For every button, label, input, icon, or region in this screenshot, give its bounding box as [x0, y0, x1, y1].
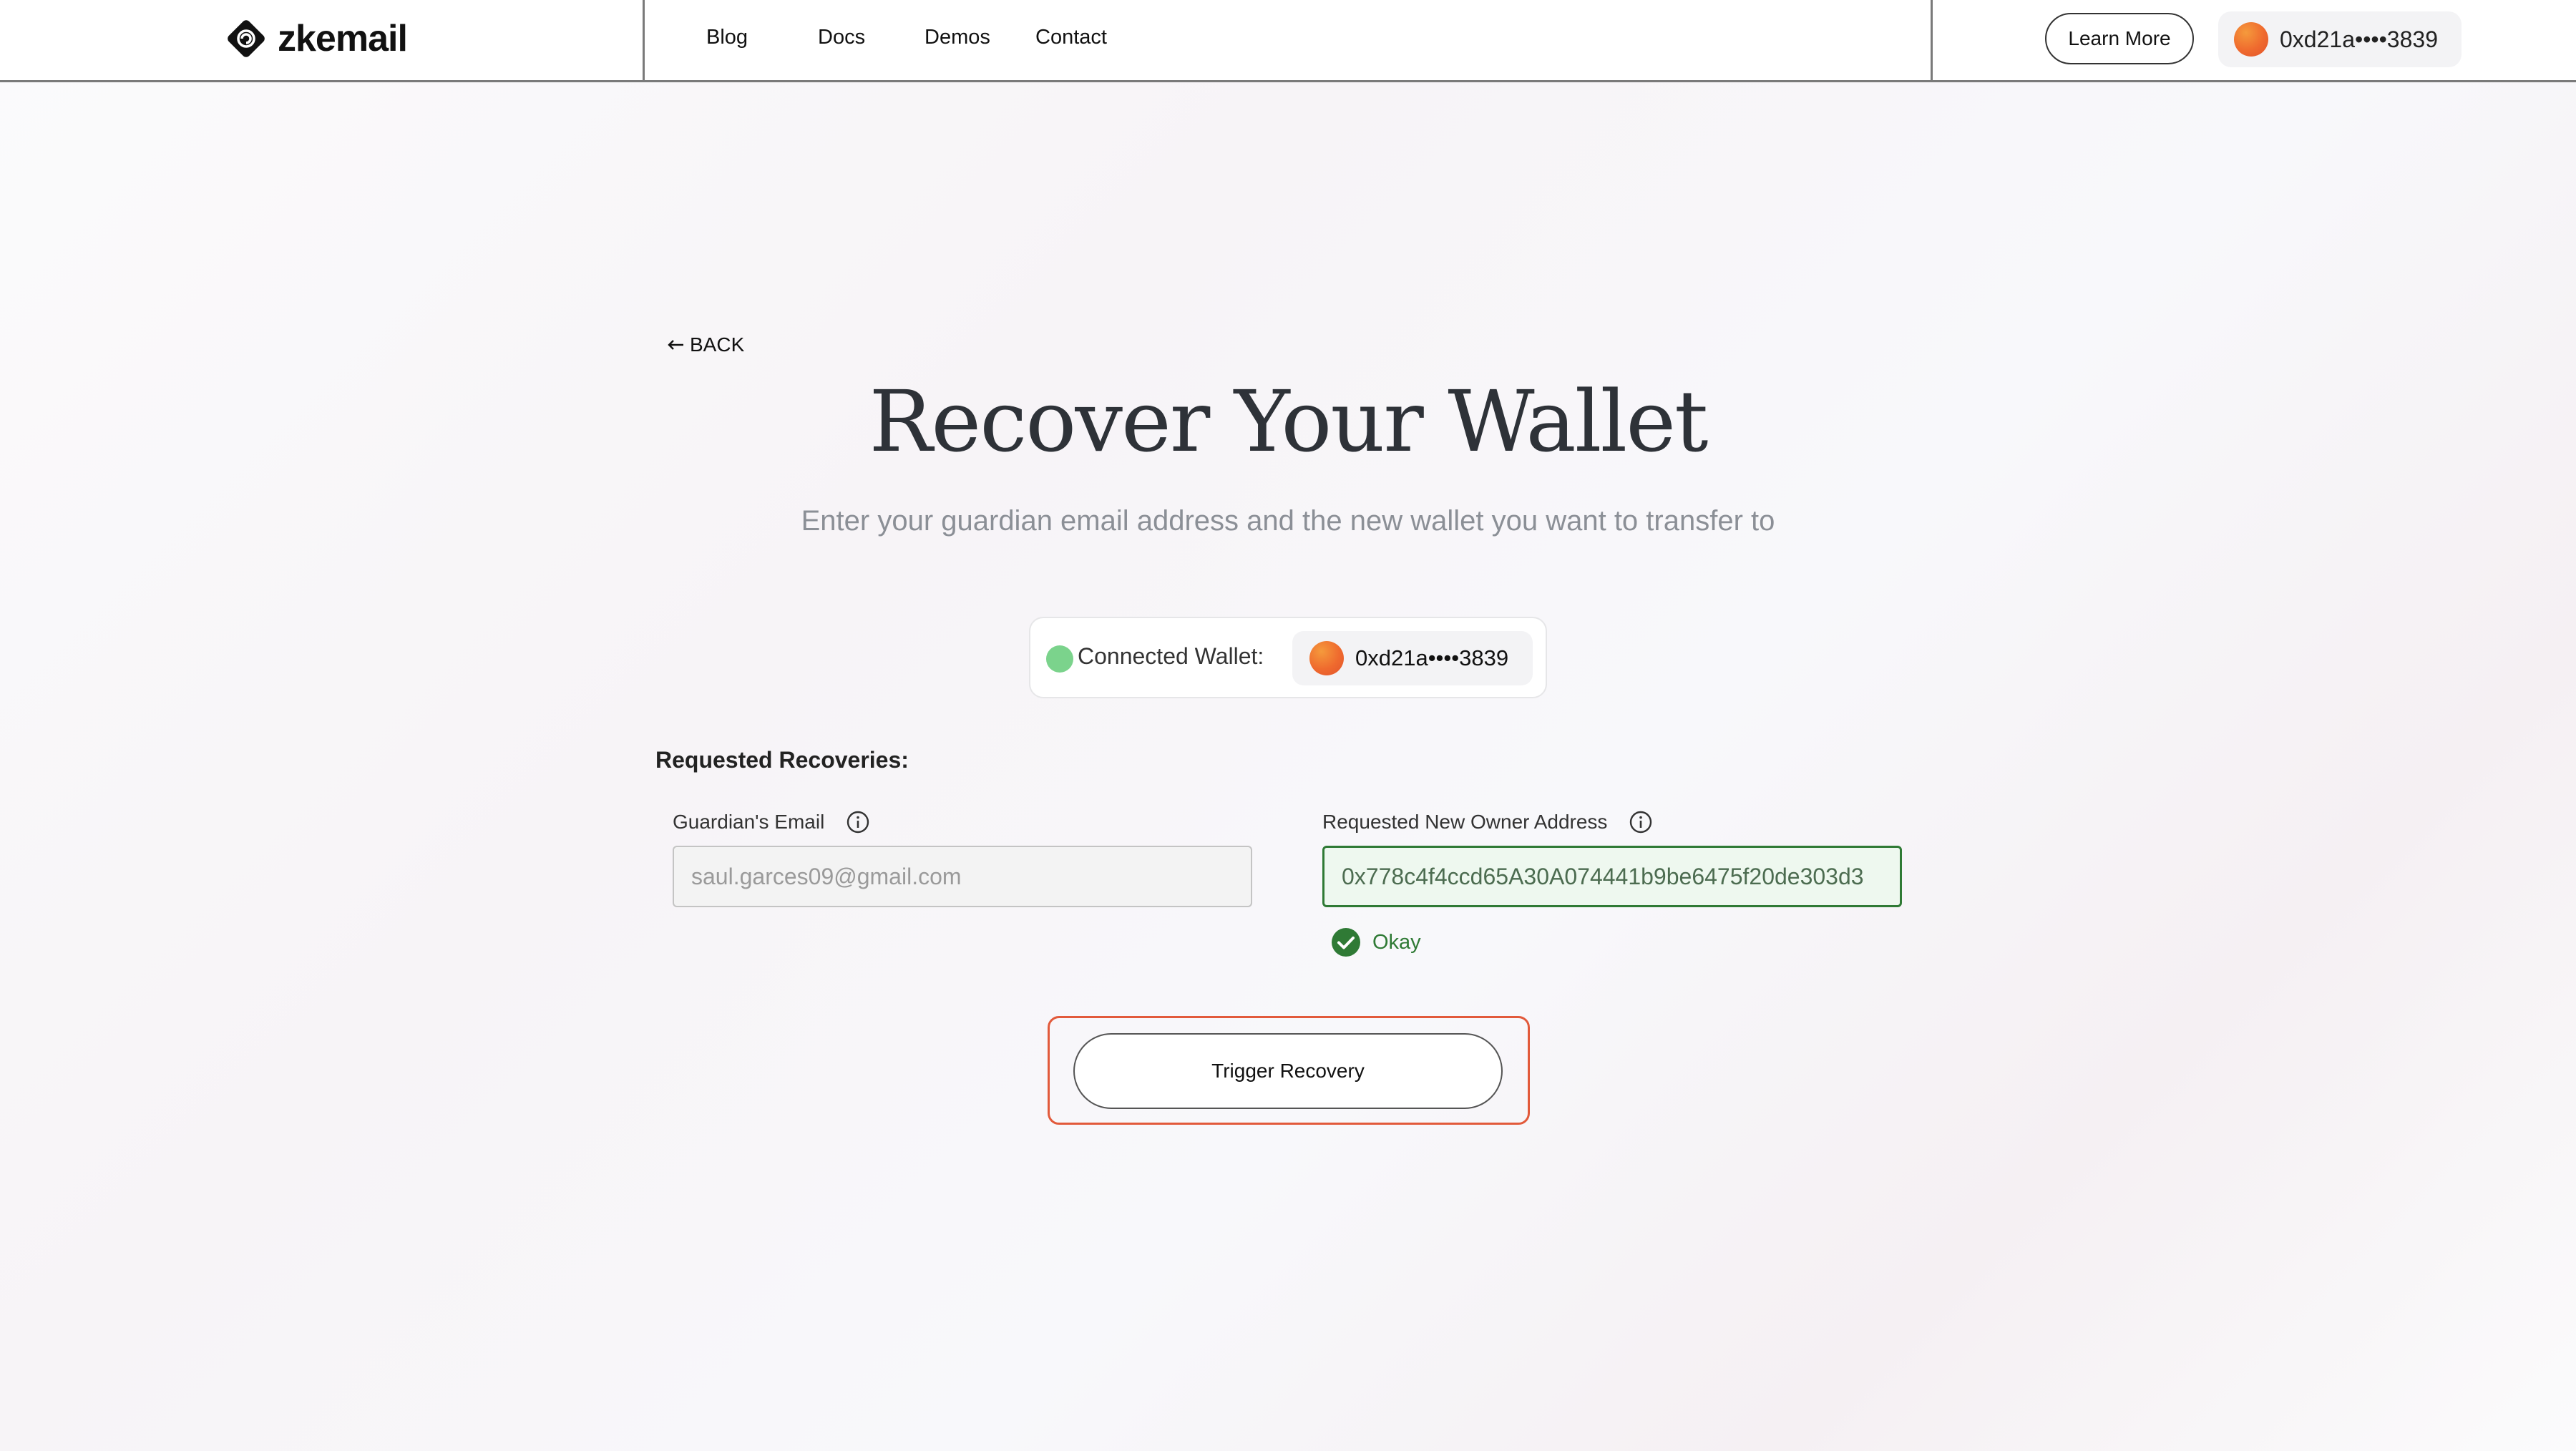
new-owner-address-label: Requested New Owner Address — [1322, 811, 1608, 833]
requested-recoveries-heading: Requested Recoveries: — [655, 747, 909, 773]
guardian-email-label: Guardian's Email — [673, 811, 825, 833]
address-validation-status: Okay — [1331, 927, 1421, 957]
guardian-email-field[interactable]: saul.garces09@gmail.com — [673, 846, 1252, 907]
page-title: Recover Your Wallet — [869, 372, 1709, 471]
wallet-avatar — [1309, 641, 1344, 675]
arrow-left-icon — [668, 340, 683, 350]
connected-wallet-address: 0xd21a••••3839 — [1355, 645, 1509, 670]
connection-status-dot — [1046, 645, 1073, 673]
wallet-avatar — [2234, 22, 2268, 57]
page-subtitle: Enter your guardian email address and th… — [801, 505, 1775, 537]
connected-wallet-label: Connected Wallet: — [1078, 643, 1264, 669]
new-owner-label-row: Requested New Owner Address — [1322, 810, 1653, 834]
nav-contact[interactable]: Contact — [1035, 26, 1107, 49]
info-icon[interactable] — [846, 810, 870, 834]
validation-text: Okay — [1372, 930, 1421, 954]
header-divider-left — [643, 0, 645, 80]
header-divider-right — [1931, 0, 1933, 80]
connected-wallet-card: Connected Wallet: 0xd21a••••3839 — [1029, 617, 1547, 698]
header-wallet-address: 0xd21a••••3839 — [2280, 26, 2438, 52]
brand-logo[interactable]: zkemail — [225, 16, 408, 62]
guardian-email-label-row: Guardian's Email — [673, 810, 870, 834]
info-icon[interactable] — [1629, 810, 1653, 834]
connected-wallet-button[interactable]: 0xd21a••••3839 — [1292, 631, 1533, 685]
nav-blog[interactable]: Blog — [706, 26, 748, 49]
nav-docs[interactable]: Docs — [818, 26, 865, 49]
back-link[interactable]: BACK — [667, 333, 744, 356]
learn-more-button[interactable]: Learn More — [2045, 13, 2194, 64]
check-circle-icon — [1332, 928, 1360, 957]
zkemail-logo-icon — [228, 20, 265, 57]
new-owner-address-field[interactable]: 0x778c4f4ccd65A30A074441b9be6475f20de303… — [1322, 846, 1902, 907]
trigger-recovery-button[interactable]: Trigger Recovery — [1073, 1033, 1503, 1109]
nav-demos[interactable]: Demos — [924, 26, 990, 49]
brand-name: zkemail — [278, 18, 408, 59]
top-navbar: zkemail Blog Docs Demos Contact Learn Mo… — [0, 0, 2576, 82]
header-wallet-button[interactable]: 0xd21a••••3839 — [2218, 11, 2462, 67]
back-label: BACK — [690, 333, 745, 356]
